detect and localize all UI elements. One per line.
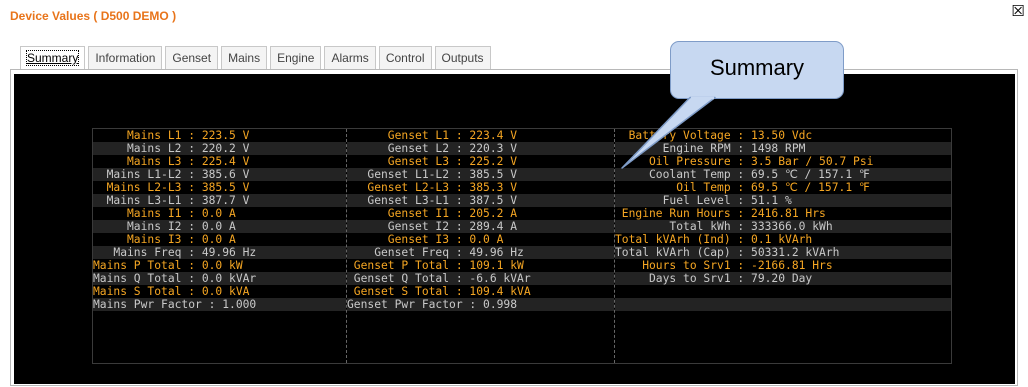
summary-callout: Summary xyxy=(670,41,844,99)
genset-value-row: Genset L3 : 225.2 V xyxy=(347,155,518,168)
engine-value-row: Hours to Srv1 : -2166.81 Hrs xyxy=(615,259,833,272)
close-icon[interactable]: ☒ xyxy=(1010,3,1026,19)
genset-value-row: Genset L1 : 223.4 V xyxy=(347,129,518,142)
genset-value-row: Genset I3 : 0.0 A xyxy=(347,233,504,246)
engine-column: Battery Voltage : 13.50 Vdc Engine RPM :… xyxy=(615,129,951,363)
genset-column: Genset L1 : 223.4 V Genset L2 : 220.3 V … xyxy=(347,129,615,363)
engine-value-row: Total kVArh (Cap) : 50331.2 kVArh xyxy=(615,246,951,259)
tab-summary[interactable]: Summary xyxy=(20,46,86,69)
genset-value-row: Genset P Total : 109.1 kW xyxy=(347,259,524,272)
mains-value-row: Mains S Total : 0.0 kVA xyxy=(93,285,250,298)
tab-engine[interactable]: Engine xyxy=(270,46,322,69)
mains-value-row: Mains L2-L3 : 385.5 V xyxy=(93,181,250,194)
genset-value-row: Genset Q Total : -6.6 kVAr xyxy=(347,272,614,285)
engine-value-row xyxy=(615,298,951,311)
genset-value-row: Genset Freq : 49.96 Hz xyxy=(347,246,614,259)
mains-value-row: Mains Pwr Factor : 1.000 xyxy=(93,298,346,311)
mains-value-row: Mains L1-L2 : 385.6 V xyxy=(93,168,346,181)
window-title: Device Values ( D500 DEMO ) xyxy=(10,9,177,23)
mains-value-row: Mains L3-L1 : 387.7 V xyxy=(93,194,346,207)
genset-value-row: Genset L3-L1 : 387.5 V xyxy=(347,194,614,207)
engine-value-row: Coolant Temp : 69.5 ℃ / 157.1 ℉ xyxy=(615,168,951,181)
tab-genset[interactable]: Genset xyxy=(165,46,219,69)
tab-information[interactable]: Information xyxy=(88,46,163,69)
engine-value-row: Engine Run Hours : 2416.81 Hrs xyxy=(615,207,826,220)
mains-value-row: Mains I3 : 0.0 A xyxy=(93,233,236,246)
mains-value-row: Mains Freq : 49.96 Hz xyxy=(93,246,346,259)
engine-value-row: Battery Voltage : 13.50 Vdc xyxy=(615,129,813,142)
mains-value-row: Mains P Total : 0.0 kW xyxy=(93,259,243,272)
engine-value-row: Fuel Level : 51.1 % xyxy=(615,194,951,207)
engine-value-row xyxy=(615,285,951,298)
tab-alarms[interactable]: Alarms xyxy=(324,46,376,69)
genset-value-row: Genset I1 : 205.2 A xyxy=(347,207,518,220)
values-grid: Mains L1 : 223.5 V Mains L2 : 220.2 V Ma… xyxy=(92,128,952,364)
mains-value-row: Mains L1 : 223.5 V xyxy=(93,129,250,142)
genset-value-row: Genset S Total : 109.4 kVA xyxy=(347,285,531,298)
engine-value-row: Engine RPM : 1498 RPM xyxy=(615,142,951,155)
genset-value-row: Genset Pwr Factor : 0.998 xyxy=(347,298,614,311)
engine-value-row: Oil Pressure : 3.5 Bar / 50.7 Psi xyxy=(615,155,874,168)
engine-value-row: Days to Srv1 : 79.20 Day xyxy=(615,272,951,285)
tab-outputs[interactable]: Outputs xyxy=(434,46,491,69)
tab-mains[interactable]: Mains xyxy=(221,46,268,69)
mains-value-row: Mains Q Total : 0.0 kVAr xyxy=(93,272,346,285)
tab-control[interactable]: Control xyxy=(378,46,432,69)
mains-value-row: Mains I2 : 0.0 A xyxy=(93,220,346,233)
genset-value-row: Genset L1-L2 : 385.5 V xyxy=(347,168,614,181)
mains-value-row: Mains L3 : 225.4 V xyxy=(93,155,250,168)
tab-bar: Summary Information Genset Mains Engine … xyxy=(20,46,491,70)
genset-value-row: Genset L2-L3 : 385.3 V xyxy=(347,181,518,194)
mains-column: Mains L1 : 223.5 V Mains L2 : 220.2 V Ma… xyxy=(93,129,347,363)
genset-value-row: Genset L2 : 220.3 V xyxy=(347,142,614,155)
engine-value-row: Total kWh : 333366.0 kWh xyxy=(615,220,951,233)
mains-value-row: Mains L2 : 220.2 V xyxy=(93,142,346,155)
engine-value-row: Oil Temp : 69.5 ℃ / 157.1 ℉ xyxy=(615,181,870,194)
engine-value-row: Total kVArh (Ind) : 0.1 kVArh xyxy=(615,233,813,246)
mains-value-row: Mains I1 : 0.0 A xyxy=(93,207,236,220)
genset-value-row: Genset I2 : 289.4 A xyxy=(347,220,614,233)
